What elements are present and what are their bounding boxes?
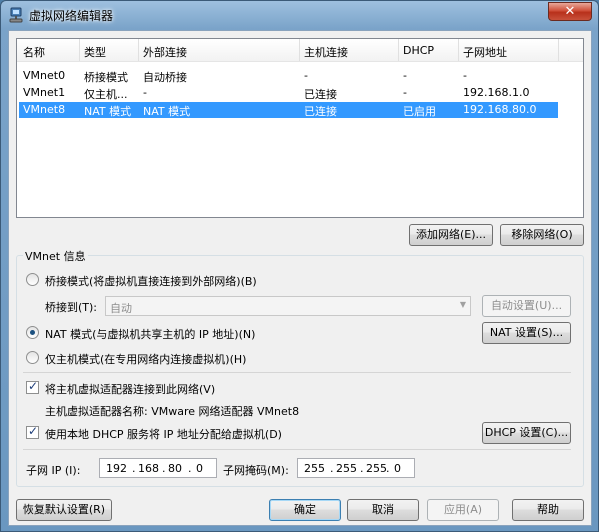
nat-settings-button[interactable]: NAT 设置(S)... [482, 322, 571, 344]
nat-mode-radio[interactable] [26, 326, 39, 339]
cell-dhcp: - [403, 86, 407, 99]
network-list-header: 名称 类型 外部连接 主机连接 DHCP 子网地址 [17, 39, 583, 62]
ip-octet: 192 [106, 462, 127, 475]
mask-octet: 255 [336, 462, 357, 475]
table-row[interactable]: VMnet0 桥接模式 自动桥接 - - - [19, 68, 558, 84]
apply-button[interactable]: 应用(A) [427, 499, 499, 521]
cell-external: - [143, 86, 147, 99]
subnet-ip-label: 子网 IP (I): [26, 464, 81, 477]
column-header-dhcp[interactable]: DHCP [403, 44, 434, 57]
dhcp-settings-button[interactable]: DHCP 设置(C)... [482, 422, 571, 444]
help-button[interactable]: 帮助 [512, 499, 584, 521]
bridged-to-value: 自动 [110, 302, 132, 315]
close-button[interactable]: ✕ [548, 2, 592, 21]
separator [23, 372, 571, 373]
ip-octet: 0 [196, 462, 203, 475]
bridged-mode-radio[interactable] [26, 273, 39, 286]
cell-name: VMnet8 [23, 103, 66, 116]
dialog-body: 名称 类型 外部连接 主机连接 DHCP 子网地址 VMnet0 桥接模式 自动… [8, 30, 592, 526]
cell-dhcp: 已启用 [403, 105, 436, 118]
column-header-name[interactable]: 名称 [23, 44, 45, 60]
restore-defaults-button[interactable]: 恢复默认设置(R) [16, 499, 112, 521]
mask-octet: 0 [394, 462, 401, 475]
cell-external: 自动桥接 [143, 71, 187, 84]
title-bar[interactable]: 虚拟网络编辑器 ✕ [1, 1, 598, 29]
bridged-mode-label[interactable]: 桥接模式(将虚拟机直接连接到外部网络)(B) [45, 273, 257, 289]
mask-octet: 255 [366, 462, 387, 475]
mask-octet: 255 [304, 462, 325, 475]
subnet-ip-input[interactable]: 192 . 168 . 80 . 0 [99, 458, 217, 478]
cell-name: VMnet0 [23, 69, 66, 82]
host-adapter-name-text: 主机虚拟适配器名称: VMware 网络适配器 VMnet8 [45, 405, 300, 418]
separator [23, 449, 571, 450]
column-header-subnet[interactable]: 子网地址 [463, 44, 507, 60]
column-header-external[interactable]: 外部连接 [143, 44, 187, 60]
cell-host: 已连接 [304, 88, 337, 101]
vmnet-info-group: VMnet 信息 桥接模式(将虚拟机直接连接到外部网络)(B) 桥接到(T): … [16, 248, 584, 487]
network-list[interactable]: 名称 类型 外部连接 主机连接 DHCP 子网地址 VMnet0 桥接模式 自动… [16, 38, 584, 218]
host-only-mode-radio[interactable] [26, 351, 39, 364]
cell-type: NAT 模式 [84, 105, 132, 118]
add-network-button[interactable]: 添加网络(E)... [409, 224, 493, 246]
cell-external: NAT 模式 [143, 105, 191, 118]
auto-settings-button[interactable]: 自动设置(U)... [482, 295, 571, 317]
cancel-button[interactable]: 取消 [347, 499, 419, 521]
cell-host: - [304, 69, 308, 82]
use-dhcp-checkbox[interactable] [26, 424, 39, 439]
connect-host-adapter-checkbox[interactable] [26, 379, 39, 394]
vmware-network-icon [9, 7, 23, 23]
vmnet-info-legend: VMnet 信息 [23, 248, 88, 264]
cell-type: 桥接模式 [84, 71, 128, 84]
cell-type: 仅主机... [84, 88, 128, 101]
virtual-network-editor-window: 虚拟网络编辑器 ✕ 名称 类型 外部连接 主机连接 DHCP 子网地址 VMne… [0, 0, 599, 532]
ip-octet: 168 [138, 462, 159, 475]
window-title: 虚拟网络编辑器 [29, 9, 114, 23]
subnet-mask-input[interactable]: 255 . 255 . 255 . 0 [297, 458, 415, 478]
cell-dhcp: - [403, 69, 407, 82]
nat-mode-label[interactable]: NAT 模式(与虚拟机共享主机的 IP 地址)(N) [45, 326, 255, 342]
connect-host-adapter-label[interactable]: 将主机虚拟适配器连接到此网络(V) [45, 381, 215, 397]
column-header-type[interactable]: 类型 [84, 44, 106, 60]
remove-network-button[interactable]: 移除网络(O) [500, 224, 584, 246]
subnet-mask-label: 子网掩码(M): [223, 464, 289, 477]
table-row[interactable]: VMnet1 仅主机... - 已连接 - 192.168.1.0 [19, 85, 558, 101]
table-row-selected[interactable]: VMnet8 NAT 模式 NAT 模式 已连接 已启用 192.168.80.… [19, 102, 558, 118]
host-only-mode-label[interactable]: 仅主机模式(在专用网络内连接虚拟机)(H) [45, 351, 246, 367]
use-dhcp-label[interactable]: 使用本地 DHCP 服务将 IP 地址分配给虚拟机(D) [45, 426, 282, 442]
column-header-host[interactable]: 主机连接 [304, 44, 348, 60]
cell-subnet: - [463, 69, 467, 82]
ip-octet: 80 [168, 462, 182, 475]
bridged-to-label: 桥接到(T): [45, 301, 98, 314]
bridged-to-select[interactable]: 自动 ▼ [105, 296, 471, 316]
cell-host: 已连接 [304, 105, 337, 118]
cell-subnet: 192.168.1.0 [463, 86, 530, 99]
cell-name: VMnet1 [23, 86, 66, 99]
ok-button[interactable]: 确定 [269, 499, 341, 521]
cell-subnet: 192.168.80.0 [463, 103, 537, 116]
chevron-down-icon: ▼ [459, 300, 466, 309]
